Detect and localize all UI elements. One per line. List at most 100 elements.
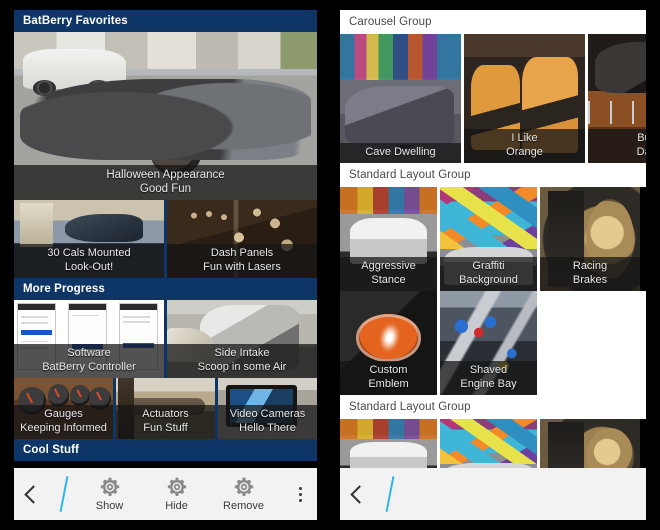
- tile-subtitle: Background: [459, 273, 518, 286]
- tile-title: Actuators: [142, 408, 189, 420]
- tile-caption: Software BatBerry Controller: [14, 344, 164, 378]
- back-button[interactable]: [14, 484, 52, 504]
- dot-icon: [298, 492, 302, 496]
- show-button-label: Show: [95, 500, 124, 512]
- tile-side-intake[interactable]: Side Intake Scoop in some Air: [167, 300, 317, 378]
- section-header-more-progress[interactable]: More Progress: [14, 278, 317, 300]
- media-gallery-right-panel: Carousel Group Cave Dwelling I Like Oran…: [340, 10, 646, 520]
- carousel-row[interactable]: Cave Dwelling I Like Orange Bum Da T: [340, 34, 646, 163]
- section-header-standard-layout-group-1[interactable]: Standard Layout Group: [340, 163, 646, 187]
- empty-slot: [537, 291, 646, 395]
- section-header-cool-stuff[interactable]: Cool Stuff: [14, 439, 317, 461]
- tile-title: Shaved: [469, 364, 508, 376]
- tile-caption: Halloween Appearance Good Fun: [14, 165, 317, 200]
- chevron-left-icon: [23, 484, 43, 504]
- tile-caption: I Like Orange: [464, 129, 585, 163]
- section-header-carousel-group[interactable]: Carousel Group: [340, 10, 646, 34]
- tile-title: Dash Panels: [210, 247, 274, 259]
- tile-caption: Video Cameras Hello There: [218, 405, 317, 439]
- tile-caption: Graffiti Background: [440, 257, 537, 291]
- tile-title: Aggressive: [361, 260, 416, 272]
- accent-slash-divider: [378, 468, 402, 520]
- right-bottom-toolbar: [340, 468, 646, 520]
- tile-row-pair: 30 Cals Mounted Look-Out! Dash Panels Fu…: [14, 200, 317, 278]
- tile-subtitle: Stance: [371, 273, 406, 286]
- tile-caption: Custom Emblem: [340, 361, 437, 395]
- tile-caption: Aggressive Stance: [340, 257, 437, 291]
- tile-cave-dwelling[interactable]: Cave Dwelling: [340, 34, 461, 163]
- tile-title: Cave Dwelling: [365, 145, 436, 158]
- toolbar-actions: Show Hide Remove: [76, 476, 283, 512]
- tile-dash-panels[interactable]: Dash Panels Fun with Lasers: [167, 200, 317, 278]
- tile-title: Racing: [572, 260, 608, 272]
- tile-shaved-engine-bay[interactable]: Shaved Engine Bay: [440, 291, 537, 395]
- media-gallery-left-panel: BatBerry Favorites Halloween Appearance …: [14, 10, 317, 520]
- wheel-front-icon: [250, 112, 293, 157]
- tile-video-cameras[interactable]: Video Cameras Hello There: [218, 378, 317, 439]
- standard-row-1: Aggressive Stance Graffiti Background Ra…: [340, 187, 646, 291]
- overflow-menu-button[interactable]: [283, 486, 317, 502]
- tile-subtitle: Good Fun: [139, 183, 192, 195]
- tile-row-hero: Halloween Appearance Good Fun: [14, 32, 317, 200]
- tile-i-like-orange[interactable]: I Like Orange: [464, 34, 585, 163]
- tile-aggressive-stance[interactable]: Aggressive Stance: [340, 187, 437, 291]
- tile-software-batberry-controller[interactable]: Software BatBerry Controller: [14, 300, 164, 378]
- tile-title: Bum: [637, 132, 646, 144]
- tile-subtitle: Scoop in some Air: [197, 360, 287, 373]
- suv-shape: [23, 48, 127, 97]
- back-button[interactable]: [340, 484, 378, 504]
- show-button[interactable]: Show: [78, 476, 142, 512]
- tile-racing-brakes[interactable]: Racing Brakes: [540, 187, 640, 291]
- tile-title: Software: [67, 347, 111, 359]
- hide-button[interactable]: Hide: [145, 476, 209, 512]
- tile-subtitle: Keeping Informed: [20, 421, 107, 434]
- section-header-batberry-favorites[interactable]: BatBerry Favorites: [14, 10, 317, 32]
- tile-title: 30 Cals Mounted: [47, 247, 131, 259]
- tile-halloween-appearance[interactable]: Halloween Appearance Good Fun: [14, 32, 317, 200]
- tile-subtitle: Hello There: [239, 421, 296, 434]
- tile-subtitle: BatBerry Controller: [42, 360, 136, 373]
- tile-title: Graffiti: [472, 260, 505, 272]
- tile-title: Gauges: [44, 408, 83, 420]
- tile-subtitle: Look-Out!: [64, 260, 114, 273]
- tile-subtitle: Fun Stuff: [143, 421, 188, 434]
- tile-title: Custom: [369, 364, 408, 376]
- tile-caption: Dash Panels Fun with Lasers: [167, 244, 317, 278]
- tile-title: I Like: [511, 132, 538, 144]
- tile-caption: 30 Cals Mounted Look-Out!: [14, 244, 164, 278]
- tile-subtitle: Engine Bay: [460, 377, 517, 390]
- tile-graffiti-background[interactable]: Graffiti Background: [440, 187, 537, 291]
- tile-subtitle: Brakes: [572, 273, 608, 286]
- tile-caption: Bum Da T: [588, 129, 646, 163]
- gear-icon: [167, 477, 186, 496]
- dot-icon: [298, 498, 302, 502]
- tile-subtitle: Orange: [506, 145, 543, 158]
- left-bottom-toolbar: Show Hide Remove: [14, 468, 317, 520]
- hide-button-label: Hide: [165, 500, 188, 512]
- remove-button-label: Remove: [223, 500, 264, 512]
- tile-row-trio: Gauges Keeping Informed Actuators Fun St…: [14, 378, 317, 439]
- tile-actuators[interactable]: Actuators Fun Stuff: [116, 378, 215, 439]
- tile-custom-emblem[interactable]: Custom Emblem: [340, 291, 437, 395]
- remove-button[interactable]: Remove: [212, 476, 276, 512]
- tile-title: Side Intake: [214, 347, 270, 359]
- tile-caption: Actuators Fun Stuff: [116, 405, 215, 439]
- tile-caption: Gauges Keeping Informed: [14, 405, 113, 439]
- tile-caption: Cave Dwelling: [340, 142, 461, 163]
- tile-row-progress: Software BatBerry Controller Side Intake…: [14, 300, 317, 378]
- tile-subtitle: Da T: [636, 145, 646, 158]
- tile-bumping-da-tunes[interactable]: Bum Da T: [588, 34, 646, 163]
- tile-title: Video Cameras: [229, 408, 306, 420]
- standard-row-2: Custom Emblem Shaved Engine Bay: [340, 291, 646, 395]
- tile-title: Halloween Appearance: [106, 169, 225, 181]
- gear-icon: [234, 477, 253, 496]
- tile-30-cals-mounted[interactable]: 30 Cals Mounted Look-Out!: [14, 200, 164, 278]
- section-header-standard-layout-group-2[interactable]: Standard Layout Group: [340, 395, 646, 419]
- tile-gauges[interactable]: Gauges Keeping Informed: [14, 378, 113, 439]
- tile-subtitle: Emblem: [368, 377, 409, 390]
- dot-icon: [298, 486, 302, 490]
- tile-caption: Shaved Engine Bay: [440, 361, 537, 395]
- tile-caption: Side Intake Scoop in some Air: [167, 344, 317, 378]
- tile-caption: Racing Brakes: [540, 257, 640, 291]
- accent-slash-divider: [52, 468, 76, 520]
